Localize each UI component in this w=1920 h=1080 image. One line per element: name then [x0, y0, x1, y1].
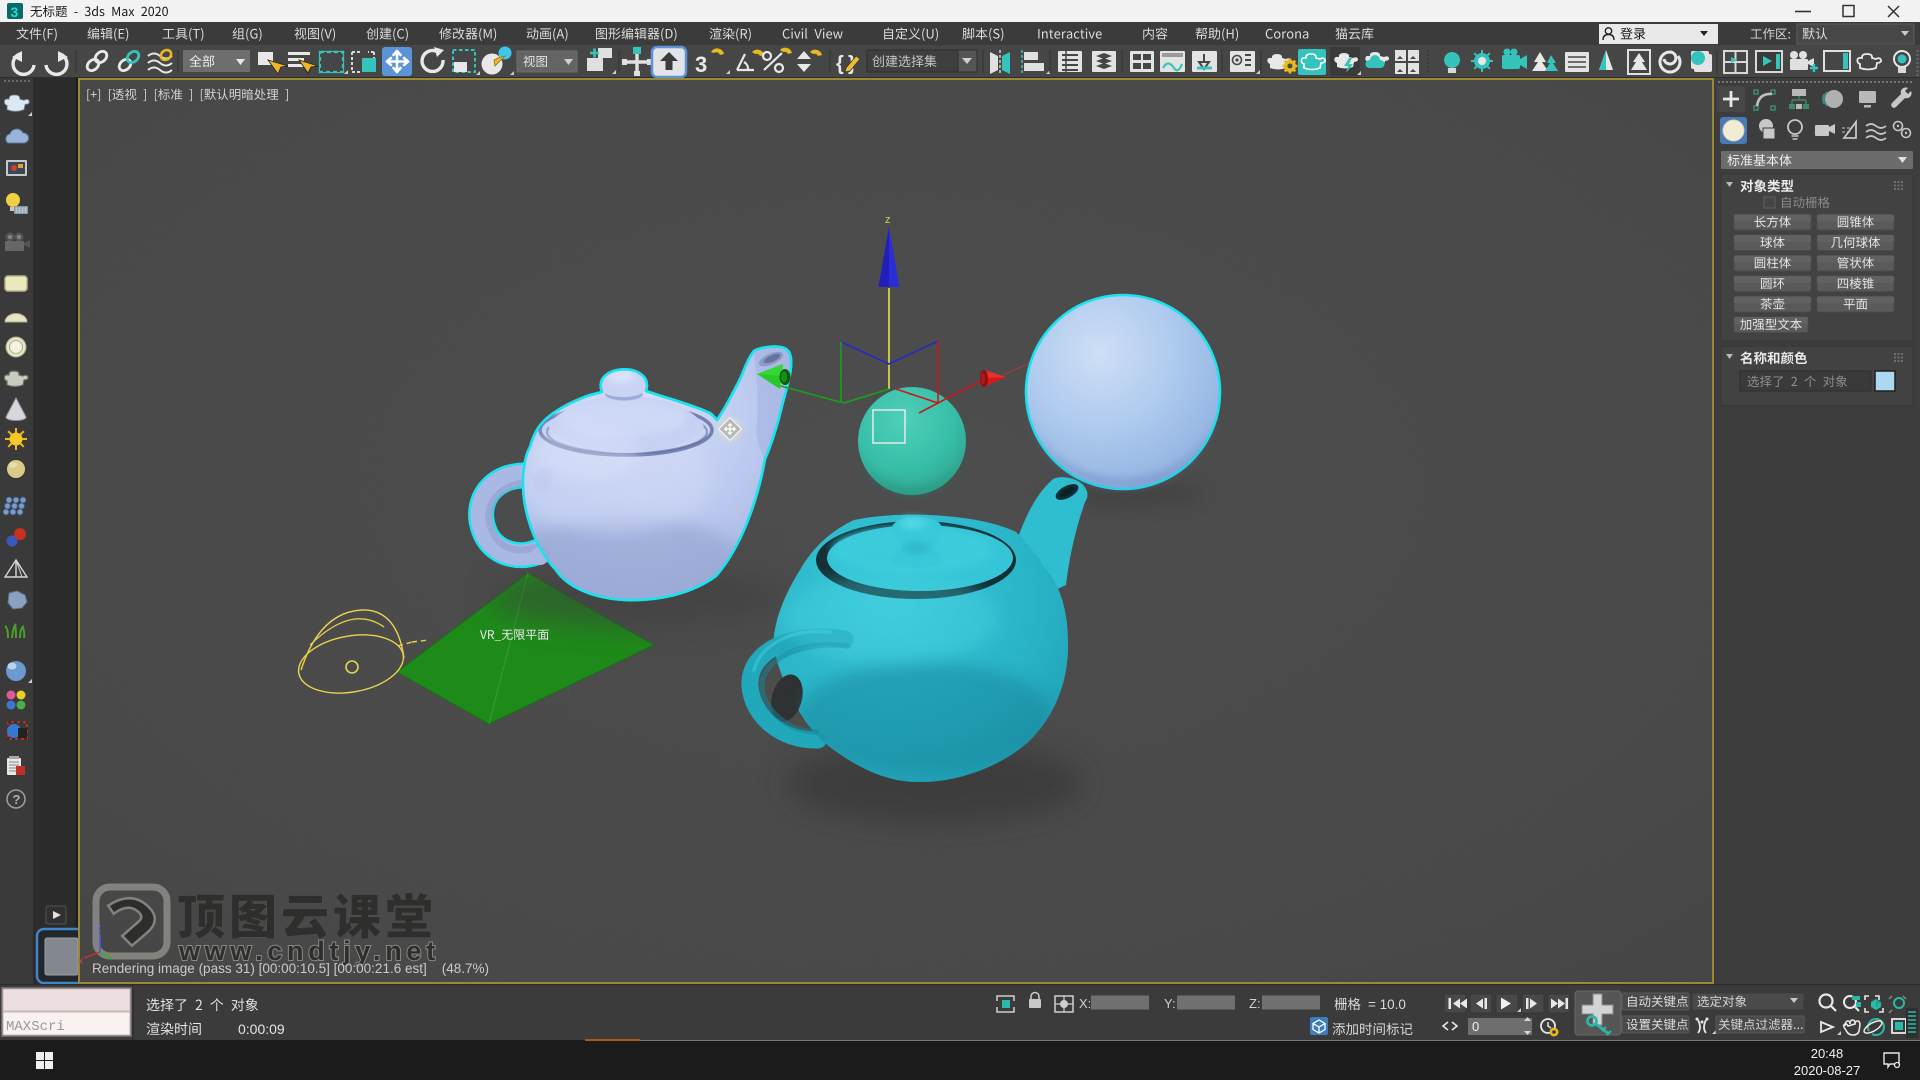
svg-text:0: 0	[1472, 1019, 1479, 1034]
svg-text:2020-08-27: 2020-08-27	[1794, 1063, 1861, 1078]
svg-text:Y:: Y:	[1164, 996, 1176, 1011]
svg-text:z: z	[885, 214, 891, 226]
svg-text:?: ?	[13, 792, 21, 807]
svg-text:z: z	[96, 923, 101, 934]
svg-text:20:48: 20:48	[1811, 1046, 1844, 1061]
svg-text:3: 3	[695, 52, 707, 77]
svg-text:X:: X:	[1079, 996, 1091, 1011]
svg-text:0:00:09: 0:00:09	[238, 1021, 285, 1037]
svg-text:x: x	[78, 956, 83, 967]
svg-text:Rendering image (pass 31) [00:: Rendering image (pass 31) [00:00:10.5] […	[92, 961, 489, 976]
svg-text:{: {	[836, 53, 844, 75]
svg-text:= 10.0: = 10.0	[1368, 997, 1406, 1012]
svg-text:3: 3	[11, 4, 19, 20]
svg-text:MAXScri: MAXScri	[6, 1019, 65, 1035]
svg-text:Z:: Z:	[1249, 996, 1261, 1011]
